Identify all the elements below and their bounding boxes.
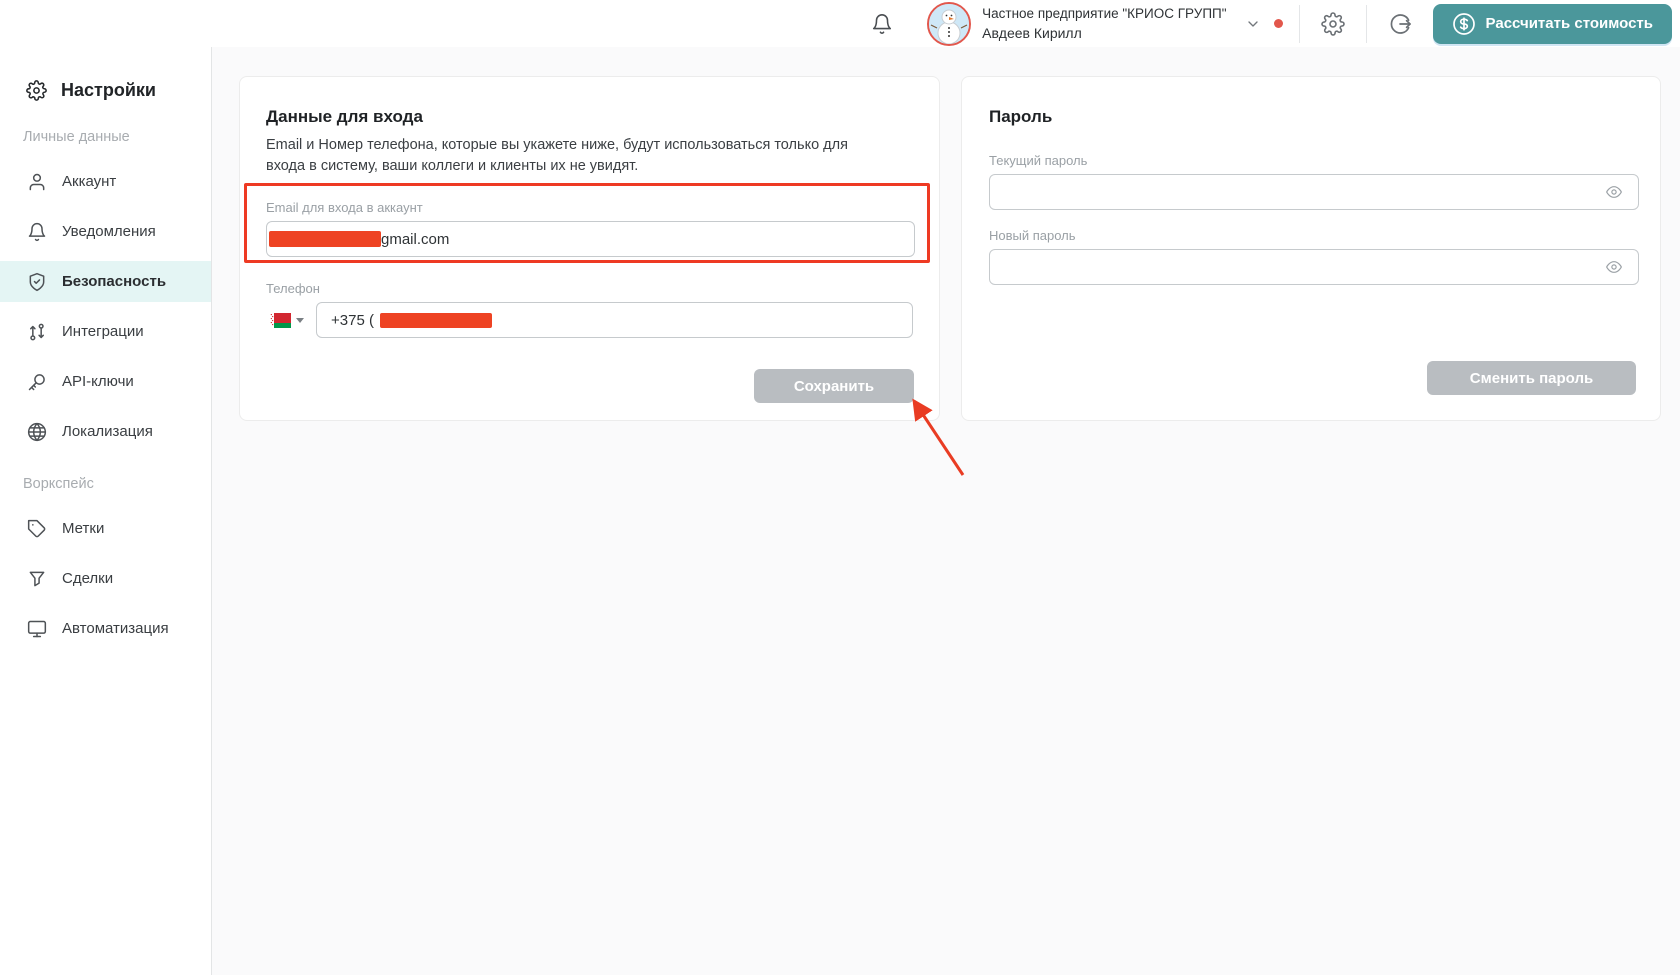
sidebar-item-notifications[interactable]: Уведомления <box>0 211 211 252</box>
notifications-bell-icon[interactable] <box>871 13 893 35</box>
sidebar-item-label: Автоматизация <box>62 620 169 637</box>
current-password-input[interactable] <box>989 174 1639 210</box>
login-card-description: Email и Номер телефона, которые вы укаже… <box>266 137 848 175</box>
login-data-card: Данные для входа Email и Номер телефона,… <box>239 76 940 421</box>
top-header: Частное предприятие "КРИОС ГРУПП" Авдеев… <box>0 0 1680 47</box>
section-personal-data: Личные данные <box>23 129 130 145</box>
email-visible-text: gmail.com <box>381 230 450 248</box>
tag-icon <box>27 519 47 539</box>
phone-row: +375 ( <box>266 302 913 339</box>
calculate-cost-button[interactable]: Рассчитать стоимость <box>1432 3 1672 44</box>
company-name: Частное предприятие "КРИОС ГРУПП" <box>982 5 1227 21</box>
user-avatar[interactable] <box>927 1 972 46</box>
email-redaction <box>269 231 381 248</box>
caret-down-icon <box>296 317 304 323</box>
sidebar-item-localization[interactable]: Локализация <box>0 411 211 452</box>
country-flag-select[interactable] <box>270 312 304 328</box>
sidebar-item-api-keys[interactable]: API-ключи <box>0 361 211 402</box>
password-card: Пароль Текущий пароль Новый пароль Смени… <box>961 76 1661 421</box>
header-divider <box>1365 4 1367 43</box>
header-divider <box>1298 4 1300 43</box>
globe-icon <box>27 422 47 442</box>
dollar-circle-icon <box>1452 12 1476 36</box>
sidebar-item-label: Безопасность <box>62 273 167 290</box>
settings-sidebar: Настройки Личные данные Аккаунт Уведомле… <box>0 47 212 975</box>
sidebar-title-label: Настройки <box>61 79 156 100</box>
bell-icon <box>27 222 47 242</box>
account-info: Частное предприятие "КРИОС ГРУПП" Авдеев… <box>982 5 1226 43</box>
main-content: Данные для входа Email и Номер телефона,… <box>212 47 1680 975</box>
funnel-icon <box>27 569 47 589</box>
settings-security-page: Частное предприятие "КРИОС ГРУПП" Авдеев… <box>0 0 1680 975</box>
sidebar-item-security[interactable]: Безопасность <box>0 261 211 302</box>
sidebar-item-label: Уведомления <box>62 223 156 240</box>
eye-icon[interactable] <box>1604 184 1624 200</box>
sidebar-item-tags[interactable]: Метки <box>0 508 211 549</box>
sidebar-item-integrations[interactable]: Интеграции <box>0 311 211 352</box>
login-card-title: Данные для входа <box>266 107 423 126</box>
current-password-label: Текущий пароль <box>989 153 1088 168</box>
shield-check-icon <box>27 272 47 292</box>
sidebar-item-deals[interactable]: Сделки <box>0 558 211 599</box>
calculate-cost-label: Рассчитать стоимость <box>1485 15 1653 32</box>
new-password-input[interactable] <box>989 249 1639 285</box>
belarus-flag-icon <box>270 312 291 328</box>
sidebar-item-label: Локализация <box>62 423 153 440</box>
notification-dot <box>1273 19 1283 28</box>
save-button[interactable]: Сохранить <box>754 369 914 404</box>
sidebar-item-account[interactable]: Аккаунт <box>0 161 211 202</box>
sidebar-item-label: Метки <box>62 520 105 537</box>
eye-icon[interactable] <box>1604 259 1624 275</box>
sidebar-title: Настройки <box>0 75 211 105</box>
section-workspace: Воркспейс <box>23 476 94 492</box>
email-input[interactable]: gmail.com <box>266 221 915 258</box>
sidebar-item-label: Интеграции <box>62 323 144 340</box>
gear-icon <box>26 79 47 101</box>
phone-prefix-text: +375 ( <box>331 311 374 329</box>
monitor-icon <box>27 619 47 639</box>
password-card-title: Пароль <box>989 107 1053 126</box>
sidebar-item-automation[interactable]: Автоматизация <box>0 608 211 649</box>
new-password-label: Новый пароль <box>989 228 1076 243</box>
chevron-down-icon[interactable] <box>1245 16 1261 32</box>
phone-input[interactable]: +375 ( <box>316 302 913 339</box>
user-name: Авдеев Кирилл <box>982 25 1082 42</box>
sidebar-item-label: API-ключи <box>62 373 134 390</box>
integrations-icon <box>27 322 47 342</box>
phone-label: Телефон <box>266 281 320 297</box>
email-label: Email для входа в аккаунт <box>266 200 423 216</box>
user-icon <box>27 172 47 192</box>
key-icon <box>27 372 47 392</box>
phone-redaction <box>379 312 492 328</box>
logout-icon[interactable] <box>1388 12 1412 36</box>
settings-gear-icon[interactable] <box>1320 11 1345 36</box>
sidebar-item-label: Сделки <box>62 570 114 587</box>
sidebar-item-label: Аккаунт <box>62 173 117 190</box>
change-password-button[interactable]: Сменить пароль <box>1427 361 1636 395</box>
